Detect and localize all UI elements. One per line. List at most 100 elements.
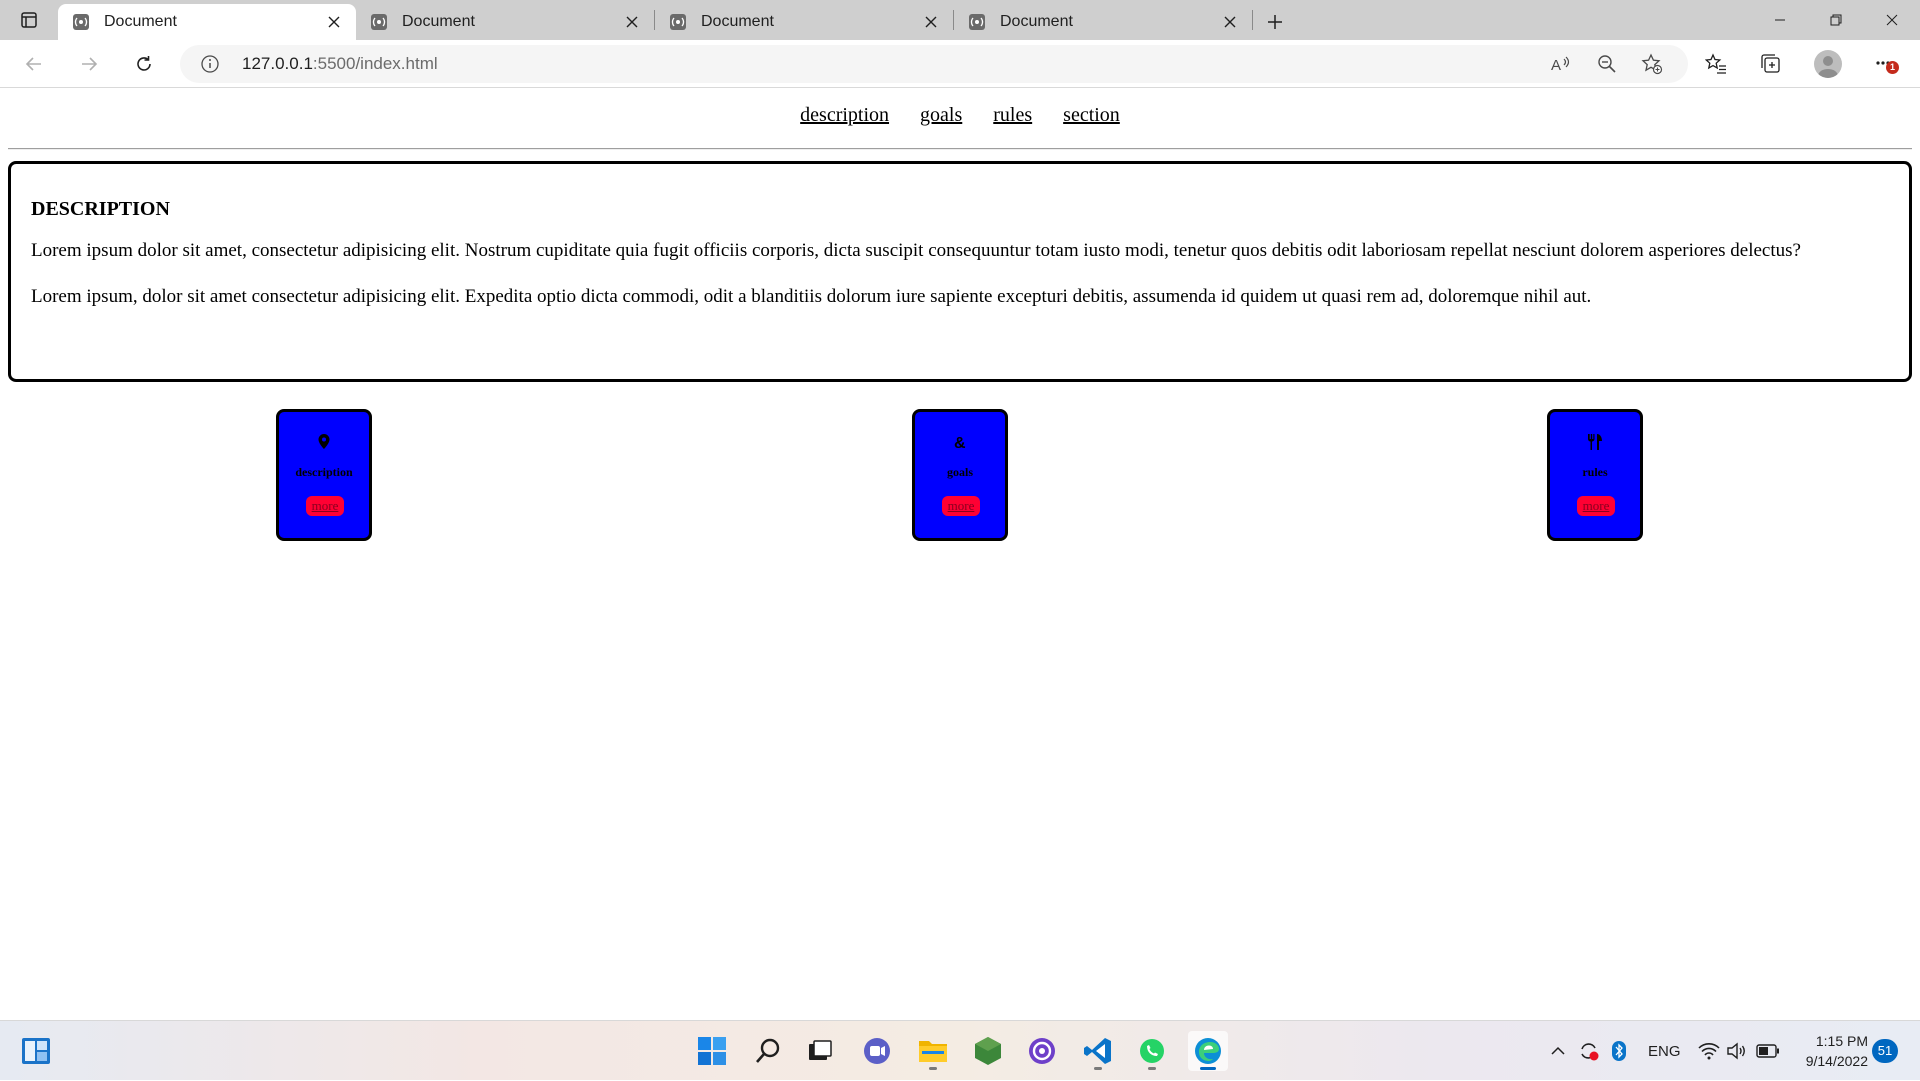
nav-link-goals[interactable]: goals	[920, 104, 962, 126]
minimize-button[interactable]	[1752, 0, 1808, 40]
clock-date: 9/14/2022	[1805, 1053, 1868, 1069]
live-server-icon	[370, 13, 388, 31]
more-button[interactable]: more	[306, 496, 344, 516]
bluetooth-icon	[1612, 1041, 1626, 1061]
tab-title: Document	[701, 13, 774, 30]
browser-tab[interactable]: Document	[58, 4, 356, 40]
language-indicator[interactable]: ENG	[1648, 1021, 1681, 1081]
star-add-icon	[1641, 53, 1663, 75]
notification-center-badge[interactable]: 51	[1872, 1039, 1898, 1063]
folder-icon	[919, 1041, 947, 1062]
description-heading: DESCRIPTION	[31, 198, 170, 220]
tab-close-icon[interactable]	[921, 12, 941, 32]
tab-close-icon[interactable]	[324, 12, 344, 32]
clock-time: 1:15 PM	[1815, 1033, 1868, 1049]
close-window-button[interactable]	[1864, 0, 1920, 40]
speaker-icon	[1727, 1042, 1745, 1060]
edge-browser-button[interactable]	[1188, 1031, 1228, 1071]
description-paragraph: Lorem ipsum dolor sit amet, consectetur …	[31, 240, 1801, 261]
browser-tab[interactable]: Document	[655, 4, 953, 40]
refresh-button[interactable]	[128, 48, 160, 80]
avatar	[1814, 50, 1842, 78]
teams-chat-button[interactable]	[857, 1031, 897, 1071]
search-icon	[756, 1038, 780, 1063]
file-explorer-button[interactable]	[913, 1031, 953, 1071]
nav-link-section[interactable]: section	[1063, 104, 1120, 126]
utensils-icon	[1550, 432, 1640, 452]
horizontal-rule	[8, 148, 1912, 150]
vscode-button[interactable]	[1078, 1031, 1118, 1071]
github-icon	[1029, 1038, 1055, 1064]
favorites-button[interactable]	[1700, 48, 1732, 80]
running-indicator	[1200, 1067, 1216, 1070]
map-pin-icon	[279, 432, 369, 452]
more-button[interactable]: more	[1577, 496, 1615, 516]
hexagon-app-icon	[975, 1037, 1001, 1065]
show-hidden-icons-button[interactable]	[1544, 1031, 1572, 1071]
bluetooth-button[interactable]	[1606, 1031, 1632, 1071]
new-tab-button[interactable]	[1253, 4, 1297, 40]
windows-start-icon	[698, 1037, 726, 1065]
restore-icon	[1830, 14, 1842, 26]
nodejs-app-button[interactable]	[968, 1031, 1008, 1071]
volume-button[interactable]	[1724, 1031, 1750, 1071]
tab-close-icon[interactable]	[1220, 12, 1240, 32]
info-icon[interactable]	[200, 54, 220, 74]
tab-title: Document	[1000, 13, 1073, 30]
browser-tab[interactable]: Document	[954, 4, 1252, 40]
zoom-out-icon	[1598, 55, 1616, 73]
plus-icon	[1268, 15, 1282, 29]
zoom-out-button[interactable]	[1591, 48, 1623, 80]
description-paragraph: Lorem ipsum, dolor sit amet consectetur …	[31, 286, 1592, 307]
address-bar[interactable]: 127.0.0.1:5500/index.html A	[180, 45, 1688, 83]
arrow-left-icon	[25, 57, 41, 71]
back-button[interactable]	[18, 48, 50, 80]
clock[interactable]: 1:15 PM 9/14/2022	[1788, 1031, 1868, 1071]
forward-button[interactable]	[73, 48, 105, 80]
battery-button[interactable]	[1754, 1031, 1782, 1071]
tab-actions-button[interactable]	[0, 0, 58, 40]
sync-status-button[interactable]	[1574, 1031, 1604, 1071]
edge-icon	[1195, 1038, 1221, 1064]
search-button[interactable]	[748, 1031, 788, 1071]
card-label: goals	[946, 465, 973, 479]
vscode-icon	[1084, 1038, 1111, 1064]
page-nav: description goals rules section	[0, 104, 1920, 127]
description-section: DESCRIPTION Lorem ipsum dolor sit amet, …	[8, 161, 1912, 382]
start-button[interactable]	[692, 1031, 732, 1071]
task-view-button[interactable]	[800, 1031, 840, 1071]
tab-actions-icon	[21, 12, 37, 28]
widgets-button[interactable]	[16, 1031, 56, 1071]
window-controls	[1752, 0, 1920, 40]
web-page: description goals rules section DESCRIPT…	[0, 88, 1920, 1020]
tab-close-icon[interactable]	[622, 12, 642, 32]
favorites-icon	[1705, 53, 1726, 74]
running-indicator	[929, 1067, 937, 1070]
refresh-icon	[137, 56, 151, 71]
svg-text:&: &	[954, 435, 966, 450]
url-text: 127.0.0.1:5500/index.html	[242, 54, 438, 74]
nav-link-description[interactable]: description	[800, 104, 889, 126]
whatsapp-button[interactable]	[1132, 1031, 1172, 1071]
chat-icon	[864, 1038, 890, 1064]
settings-menu-button[interactable]: 1	[1870, 48, 1902, 80]
profile-button[interactable]	[1812, 48, 1844, 80]
collections-button[interactable]	[1755, 48, 1787, 80]
browser-tab[interactable]: Document	[356, 4, 654, 40]
url-path: :5500/index.html	[312, 54, 438, 73]
add-favorite-button[interactable]	[1636, 48, 1668, 80]
card-label: rules	[1582, 465, 1608, 479]
browser-toolbar: 127.0.0.1:5500/index.html A 1	[0, 40, 1920, 88]
github-desktop-button[interactable]	[1022, 1031, 1062, 1071]
tab-strip: Document Document Document Document	[0, 0, 1920, 40]
wifi-icon	[1698, 1043, 1720, 1060]
nav-link-rules[interactable]: rules	[993, 104, 1032, 126]
read-aloud-button[interactable]: A	[1545, 48, 1577, 80]
collections-icon	[1761, 54, 1780, 73]
wifi-button[interactable]	[1696, 1031, 1722, 1071]
card-label: description	[295, 465, 353, 479]
chevron-up-icon	[1551, 1046, 1565, 1055]
person-icon	[1818, 56, 1838, 78]
more-button[interactable]: more	[942, 496, 980, 516]
restore-button[interactable]	[1808, 0, 1864, 40]
